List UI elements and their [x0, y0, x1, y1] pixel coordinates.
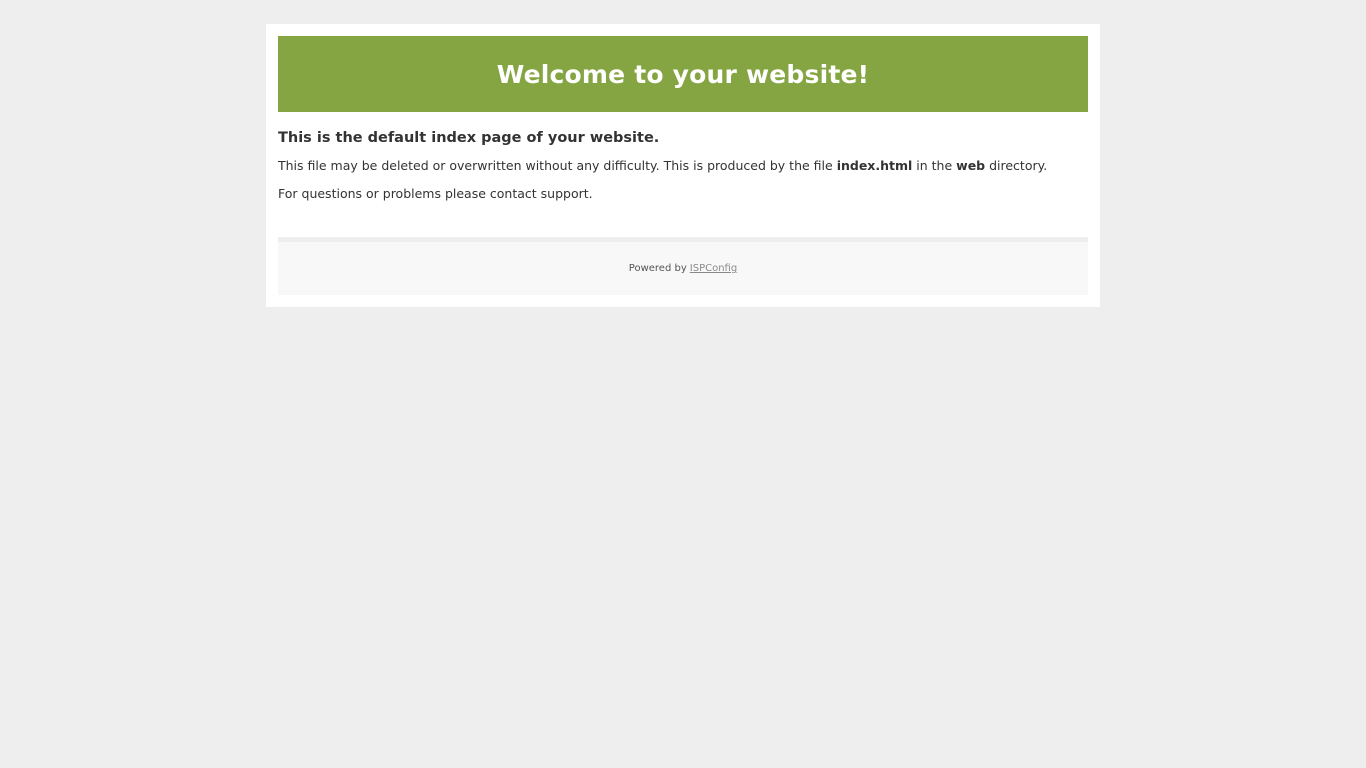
main-content: This is the default index page of your w… [278, 112, 1088, 203]
ispconfig-link[interactable]: ISPConfig [690, 263, 737, 274]
info-text-part3: directory. [985, 158, 1048, 173]
powered-by-label: Powered by [628, 263, 687, 274]
footer: Powered by ISPConfig [278, 237, 1088, 295]
directory-name: web [956, 158, 986, 173]
info-text-part1: This file may be deleted or overwritten … [278, 158, 837, 173]
support-paragraph: For questions or problems please contact… [278, 186, 593, 201]
page-container: Welcome to your website! This is the def… [266, 24, 1100, 307]
info-text-part2: in the [912, 158, 957, 173]
content-heading: This is the default index page of your w… [278, 130, 660, 146]
file-name: index.html [836, 158, 913, 173]
welcome-banner: Welcome to your website! [278, 36, 1088, 112]
info-paragraph: This file may be deleted or overwritten … [278, 157, 1088, 175]
page-title: Welcome to your website! [496, 59, 870, 89]
